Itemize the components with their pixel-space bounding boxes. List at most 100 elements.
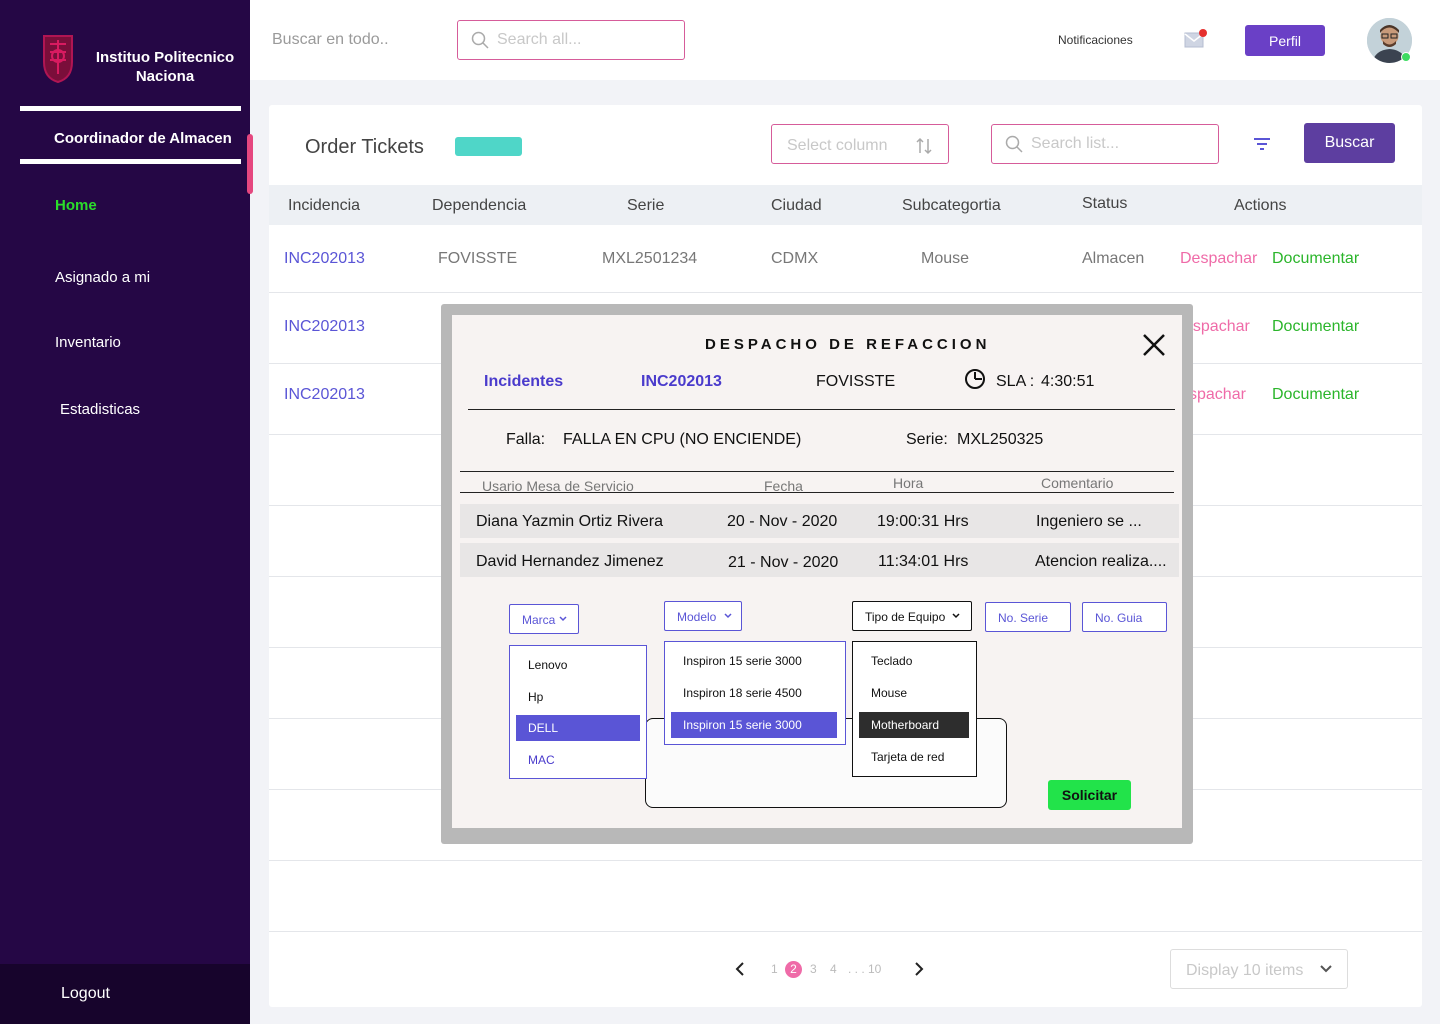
column-header[interactable]: Status <box>1082 195 1127 213</box>
no-serie-field[interactable]: No. Serie <box>985 602 1071 632</box>
nav-item-estadisticas[interactable]: Estadisticas <box>60 401 140 418</box>
divider <box>460 492 1174 493</box>
tipo-option[interactable]: Tarjeta de red <box>859 744 969 770</box>
global-search[interactable] <box>457 20 685 60</box>
online-status-dot <box>1401 52 1411 62</box>
column-header[interactable]: Dependencia <box>432 197 526 215</box>
status-badge <box>455 137 522 156</box>
marca-option[interactable]: MAC <box>516 747 640 773</box>
divider <box>460 471 1174 472</box>
chevron-right-icon[interactable] <box>914 962 924 976</box>
search-list[interactable] <box>991 124 1219 164</box>
despachar-link[interactable]: Despachar <box>1180 250 1257 268</box>
role-accent-bar <box>247 134 253 194</box>
tipo-option-selected[interactable]: Motherboard <box>859 712 969 738</box>
tipo-option[interactable]: Teclado <box>859 648 969 674</box>
modelo-list: Inspiron 15 serie 3000 Inspiron 18 serie… <box>664 641 846 745</box>
history-usuario: David Hernandez Jimenez <box>476 553 664 570</box>
column-header[interactable]: Serie <box>627 197 664 215</box>
modelo-option[interactable]: Inspiron 15 serie 3000 <box>671 648 837 674</box>
page-number-current[interactable]: 2 <box>785 961 802 978</box>
modelo-dropdown[interactable]: Modelo <box>664 601 742 631</box>
global-search-input[interactable] <box>497 31 677 49</box>
marca-option[interactable]: Lenovo <box>516 652 640 678</box>
despachar-link[interactable]: espachar <box>1184 318 1250 336</box>
column-header[interactable]: Ciudad <box>771 197 822 215</box>
notifications-label[interactable]: Notificaciones <box>1058 33 1133 47</box>
no-guia-field[interactable]: No. Guia <box>1082 602 1167 632</box>
page-number[interactable]: 4 <box>830 962 837 976</box>
search-list-input[interactable] <box>1031 135 1211 153</box>
marca-option[interactable]: Hp <box>516 684 640 710</box>
documentar-link[interactable]: Documentar <box>1272 386 1359 404</box>
filter-icon[interactable] <box>1252 136 1272 152</box>
institution-logo-icon <box>43 35 73 84</box>
serie-label: Serie: <box>906 431 948 448</box>
sort-icon[interactable] <box>915 137 933 155</box>
role-box: Coordinador de Almacen <box>20 106 241 164</box>
marca-option-selected[interactable]: DELL <box>516 715 640 741</box>
history-column-header: Comentario <box>1041 475 1114 491</box>
column-header[interactable]: Incidencia <box>288 197 360 215</box>
select-column-placeholder: Select column <box>787 137 888 154</box>
history-hora: 19:00:31 Hrs <box>877 513 969 530</box>
nav-item-asignado[interactable]: Asignado a mi <box>55 269 150 286</box>
tipo-equipo-list: Teclado Mouse Motherboard Tarjeta de red <box>852 641 977 777</box>
history-column-header: Hora <box>893 475 924 491</box>
page-number[interactable]: 3 <box>810 962 817 976</box>
solicitar-button[interactable]: Solicitar <box>1048 780 1131 810</box>
falla-label: Falla: <box>506 431 546 448</box>
profile-button[interactable]: Perfil <box>1245 25 1325 56</box>
serie-cell: MXL2501234 <box>602 250 698 267</box>
incident-link[interactable]: INC202013 <box>284 386 365 404</box>
modelo-option[interactable]: Inspiron 18 serie 4500 <box>671 680 837 706</box>
dependencia-value: FOVISSTE <box>816 373 896 390</box>
serie-value: MXL250325 <box>957 431 1044 448</box>
ciudad-cell: CDMX <box>771 250 819 267</box>
page-title: Order Tickets <box>305 136 424 158</box>
modal-title: DESPACHO DE REFACCION <box>705 336 991 353</box>
subcategoria-cell: Mouse <box>921 250 970 267</box>
chevron-left-icon[interactable] <box>735 962 745 976</box>
role-label: Coordinador de Almacen <box>54 130 232 147</box>
clock-icon <box>965 369 985 389</box>
history-hora: 11:34:01 Hrs <box>878 553 969 570</box>
nav-item-inventario[interactable]: Inventario <box>55 334 121 351</box>
column-header[interactable]: Subcategortia <box>902 197 1001 215</box>
history-row: David Hernandez Jimenez 21 - Nov - 2020 … <box>460 543 1179 577</box>
close-icon[interactable] <box>1142 333 1166 357</box>
logout-button[interactable]: Logout <box>61 985 110 1003</box>
marca-list: Lenovo Hp DELL MAC <box>509 645 647 779</box>
documentar-link[interactable]: Documentar <box>1272 250 1359 268</box>
modelo-option-selected[interactable]: Inspiron 15 serie 3000 <box>671 712 837 738</box>
incidentes-label: Incidentes <box>484 373 564 390</box>
history-usuario: Diana Yazmin Ortiz Rivera <box>476 513 664 530</box>
pagination: 1 2 3 4 . . . 10 Display 10 items <box>269 931 1422 1007</box>
topbar: Buscar en todo.. Notificaciones Perfil <box>250 0 1440 80</box>
tipo-equipo-label: Tipo de Equipo <box>865 610 946 624</box>
sidebar: Instituo Politecnico Naciona Coordinador… <box>0 0 250 1024</box>
tipo-option[interactable]: Mouse <box>859 680 969 706</box>
divider <box>468 409 1175 410</box>
notification-dot <box>1199 29 1207 37</box>
no-guia-label: No. Guia <box>1095 611 1143 625</box>
chevron-down-icon <box>559 616 567 622</box>
marca-dropdown[interactable]: Marca <box>509 604 579 634</box>
page-ellipsis[interactable]: . . . 10 <box>848 962 881 976</box>
logout-bar[interactable]: Logout <box>0 964 250 1024</box>
nav-item-home[interactable]: Home <box>55 197 97 214</box>
search-icon <box>1005 135 1023 153</box>
despachar-link[interactable]: spachar <box>1189 386 1246 404</box>
incident-link[interactable]: INC202013 <box>284 318 365 336</box>
tipo-equipo-dropdown[interactable]: Tipo de Equipo <box>852 601 972 631</box>
chevron-down-icon <box>724 613 732 619</box>
display-items-select[interactable]: Display 10 items <box>1170 949 1348 989</box>
documentar-link[interactable]: Documentar <box>1272 318 1359 336</box>
falla-value: FALLA EN CPU (NO ENCIENDE) <box>563 431 802 448</box>
select-column-dropdown[interactable]: Select column <box>771 124 949 164</box>
buscar-button[interactable]: Buscar <box>1304 123 1395 163</box>
brand-name: Instituo Politecnico Naciona <box>95 49 235 85</box>
incident-link[interactable]: INC202013 <box>284 250 365 268</box>
marca-label: Marca <box>522 613 556 627</box>
page-number[interactable]: 1 <box>771 962 778 976</box>
